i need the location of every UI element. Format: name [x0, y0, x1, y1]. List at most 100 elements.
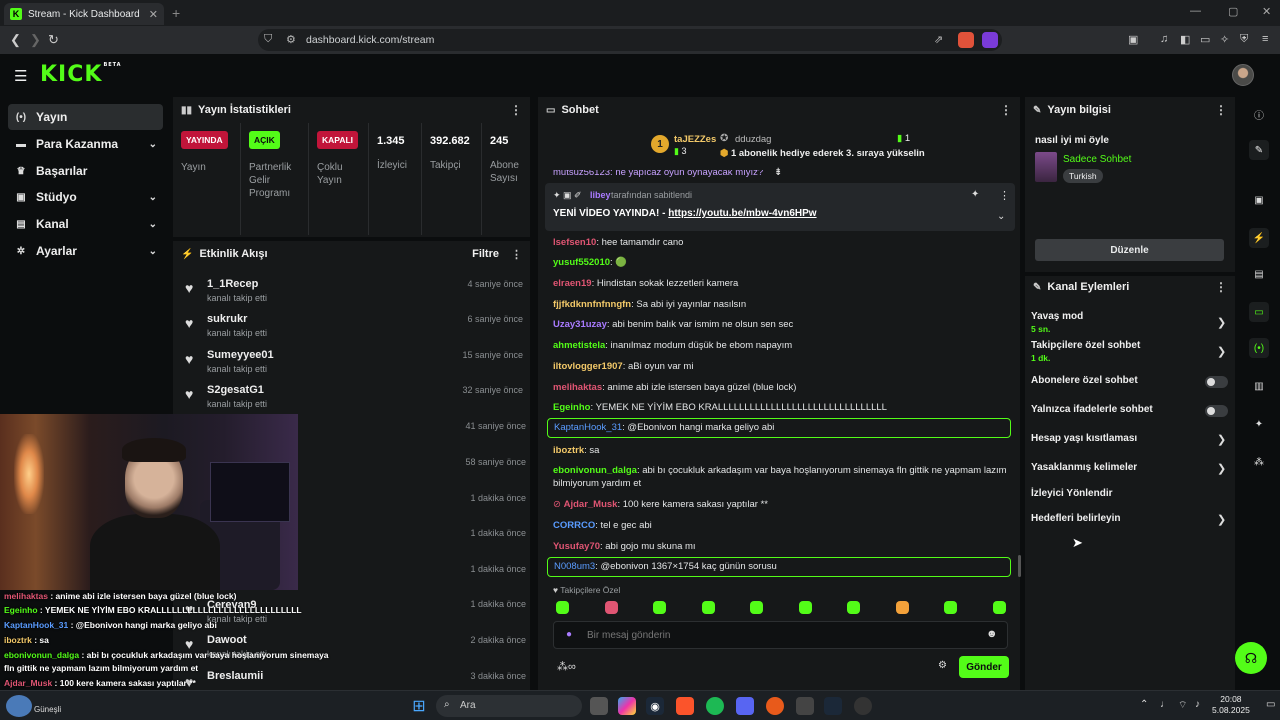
- chat-username[interactable]: yusuf552010: [553, 257, 610, 268]
- steam-2-icon[interactable]: [824, 697, 842, 715]
- chat-input[interactable]: ● Bir mesaj gönderin ☻: [553, 621, 1008, 649]
- reload-icon[interactable]: ↻: [48, 32, 59, 48]
- category-name[interactable]: Sadece Sohbet: [1063, 154, 1131, 165]
- broadcast-rail-icon[interactable]: (•): [1249, 338, 1269, 358]
- channel-action-item[interactable]: Hesap yaşı kısıtlaması: [1031, 433, 1231, 444]
- pinned-menu-icon[interactable]: ⋮: [999, 189, 1010, 202]
- emote-icon[interactable]: [556, 601, 569, 614]
- back-icon[interactable]: ❮: [10, 32, 21, 48]
- chevron-down-icon[interactable]: ⌄: [149, 219, 157, 230]
- site-info-icon[interactable]: ⚙: [286, 33, 296, 46]
- emote-icon[interactable]: [895, 601, 909, 614]
- chat-message[interactable]: elraen19: Hindistan sokak lezzetleri kam…: [553, 277, 1008, 290]
- chat-message[interactable]: lsefsen10: hee tamamdır cano: [553, 236, 1008, 249]
- chat-username[interactable]: KaptanHook_31: [554, 422, 622, 433]
- chat-message[interactable]: Egeinho: YEMEK NE YİYİM EBO KRALLLLLLLLL…: [553, 401, 1008, 414]
- activity-item[interactable]: ♥ Sumeyyee01 kanalı takip etti 15 saniye ön…: [183, 347, 523, 383]
- chevron-right-icon[interactable]: ❯: [1217, 513, 1226, 526]
- expand-pinned-icon[interactable]: ⌄: [997, 211, 1005, 222]
- chat-message-highlighted[interactable]: N008um3: @ebonivon 1367×1754 kaç günün s…: [547, 557, 1011, 577]
- url-field[interactable]: ⛉ ⚙ dashboard.kick.com/stream ⇗: [258, 29, 1002, 51]
- chat-username[interactable]: Ajdar_Musk: [564, 499, 618, 510]
- taskbar-search[interactable]: Ara: [436, 695, 582, 717]
- forward-icon[interactable]: ❯: [30, 32, 41, 48]
- sidebar-icon[interactable]: ◧: [1180, 33, 1190, 46]
- layout-icon[interactable]: ▥: [1249, 376, 1269, 396]
- weather-icon[interactable]: [6, 695, 32, 717]
- stats-menu-icon[interactable]: ⋮: [510, 103, 522, 117]
- notification-icon[interactable]: ▭: [1266, 699, 1275, 710]
- mic-icon[interactable]: ●: [566, 629, 572, 640]
- chat-message[interactable]: CORRCO: tel e gec abi: [553, 519, 1008, 532]
- channel-action-item[interactable]: İzleyici Yönlendir: [1031, 488, 1231, 499]
- wallet-icon[interactable]: ▭: [1200, 33, 1210, 46]
- copilot-icon[interactable]: [618, 697, 636, 715]
- chat-message[interactable]: iltovlogger1907: aBi oyun var mi: [553, 360, 1008, 373]
- unpin-icon[interactable]: ✦: [971, 189, 979, 200]
- chat-username[interactable]: elraen19: [553, 278, 592, 289]
- channel-action-item[interactable]: Takipçilere özel sohbet 1 dk.: [1031, 340, 1231, 363]
- chat-message-highlighted[interactable]: KaptanHook_31: @Ebonivon hangi marka gel…: [547, 418, 1011, 438]
- brave-shield-icon[interactable]: [958, 32, 974, 48]
- sidebar-item-1[interactable]: ▬ Para Kazanma ⌄: [8, 131, 163, 157]
- emote-icon[interactable]: [604, 601, 618, 614]
- chat-username[interactable]: Yusufay70: [553, 541, 600, 552]
- wifi-icon[interactable]: ⌔: [1178, 699, 1187, 712]
- tools-icon[interactable]: ✦: [1249, 414, 1269, 434]
- activity-item[interactable]: ♥ sukrukr kanalı takip etti 6 saniye önce: [183, 311, 523, 347]
- chat-scrollbar[interactable]: [1018, 555, 1021, 577]
- channel-action-item[interactable]: Yalnızca ifadelerle sohbet: [1031, 404, 1231, 415]
- channel-action-item[interactable]: Hedefleri belirleyin: [1031, 513, 1231, 524]
- sidebar-item-0[interactable]: (•) Yayın: [8, 104, 163, 130]
- browser-tab[interactable]: K Stream - Kick Dashboard ✕: [4, 3, 164, 25]
- scroll-down-icon[interactable]: ⇟: [774, 167, 782, 178]
- info-icon[interactable]: ⓘ: [1249, 104, 1269, 124]
- chat-username[interactable]: ebonivonun_dalga: [553, 465, 637, 476]
- gift-user-name[interactable]: dduzdag: [735, 134, 771, 145]
- share-icon[interactable]: ⇗: [934, 33, 943, 46]
- support-headset-icon[interactable]: ☊: [1235, 642, 1267, 674]
- camera-icon[interactable]: ▣: [1249, 190, 1269, 210]
- activity-item[interactable]: ♥ S2gesatG1 kanalı takip etti 32 saniye önc…: [183, 382, 523, 418]
- category-thumbnail[interactable]: [1035, 152, 1057, 182]
- sidebar-item-4[interactable]: ▤ Kanal ⌄: [8, 211, 163, 237]
- chat-message[interactable]: melihaktas: anime abi izle istersen baya…: [553, 381, 1008, 394]
- chat-username[interactable]: iltovlogger1907: [553, 361, 623, 372]
- document-icon[interactable]: ▤: [1249, 264, 1269, 284]
- chat-username[interactable]: fjjfkdknnfnfnngfn: [553, 299, 631, 310]
- kick-logo[interactable]: KICKBETA: [40, 62, 122, 87]
- activity-item[interactable]: ♥ 1_1Recep kanalı takip etti 4 saniye önce: [183, 276, 523, 312]
- tray-chevron-icon[interactable]: ⌃: [1140, 699, 1148, 710]
- chat-message[interactable]: Uzay31uzay: abi benim balık var ismim ne…: [553, 318, 1008, 331]
- emote-icon[interactable]: [798, 601, 812, 614]
- chat-username[interactable]: Uzay31uzay: [553, 319, 607, 330]
- bookmark-icon[interactable]: ⛉: [264, 33, 272, 46]
- channel-action-item[interactable]: Yavaş mod 5 sn.: [1031, 311, 1231, 334]
- emote-icon[interactable]: [750, 601, 763, 614]
- chevron-down-icon[interactable]: ⌄: [149, 192, 157, 203]
- channel-actions-menu-icon[interactable]: ⋮: [1215, 280, 1227, 294]
- points-icon[interactable]: ⁂∞: [557, 660, 576, 673]
- pinned-link[interactable]: https://youtu.be/mbw-4vn6HPw: [668, 208, 816, 219]
- emote-icon[interactable]: [992, 601, 1006, 614]
- activity-menu-icon[interactable]: ⋮: [511, 248, 522, 261]
- chevron-right-icon[interactable]: ❯: [1217, 345, 1226, 358]
- close-tab-icon[interactable]: ✕: [149, 8, 158, 21]
- toggle-switch[interactable]: [1205, 376, 1228, 388]
- task-view-icon[interactable]: [590, 697, 608, 715]
- chat-username[interactable]: iboztrk: [553, 445, 584, 456]
- volume-icon[interactable]: ♪: [1195, 699, 1200, 710]
- chat-username[interactable]: ahmetistela: [553, 340, 605, 351]
- obs-icon[interactable]: [854, 697, 872, 715]
- maximize-icon[interactable]: ▢: [1228, 5, 1238, 18]
- emote-icon[interactable]: [847, 601, 860, 614]
- chat-message[interactable]: ebonivonun_dalga: abi bı çocukluk arkada…: [553, 464, 1008, 490]
- edit-button[interactable]: Düzenle: [1035, 239, 1224, 261]
- chat-message[interactable]: Yusufay70: abi gojo mu skuna mı: [553, 540, 1008, 553]
- channel-action-item[interactable]: Abonelere özel sohbet: [1031, 375, 1231, 386]
- sidebar-item-3[interactable]: ▣ Stüdyo ⌄: [8, 184, 163, 210]
- bolt-icon[interactable]: ⚡: [1249, 228, 1269, 248]
- vpn-icon[interactable]: ⛨: [1240, 33, 1248, 46]
- emote-icon[interactable]: [653, 601, 666, 614]
- stream-info-menu-icon[interactable]: ⋮: [1215, 103, 1227, 117]
